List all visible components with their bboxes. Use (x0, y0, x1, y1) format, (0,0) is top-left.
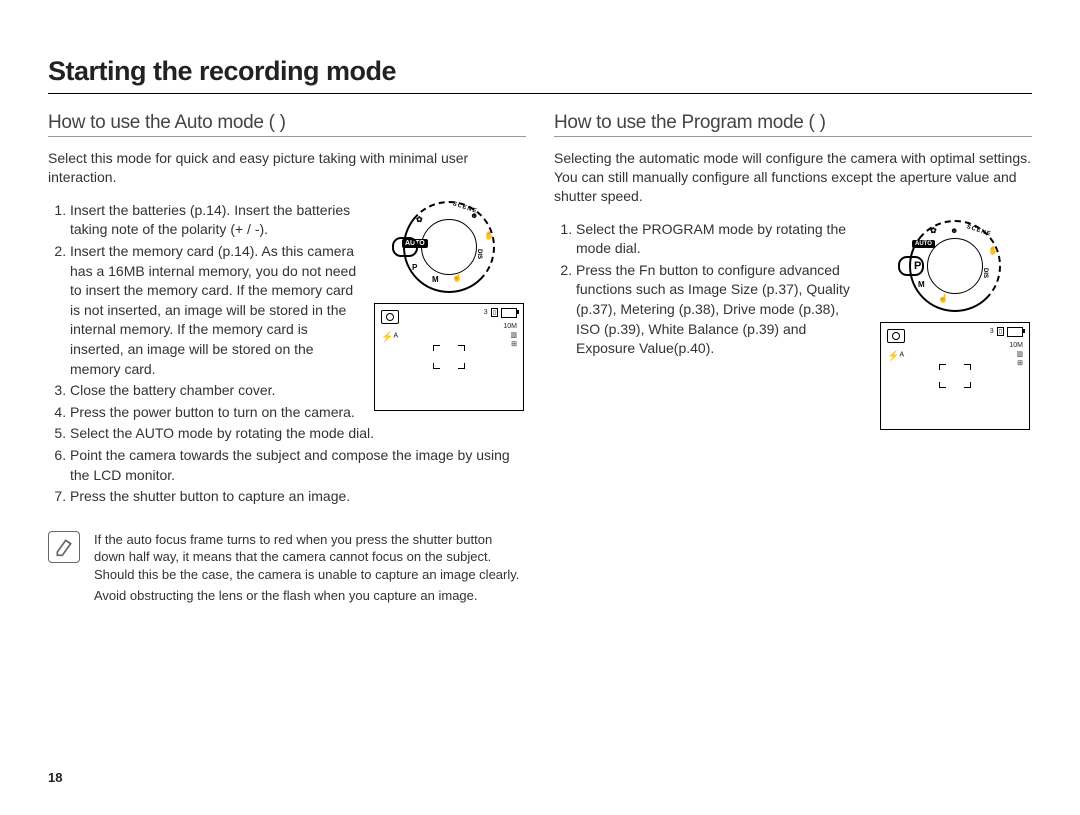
dial-label-dis: DIS (982, 268, 988, 278)
lcd-preview-program: ⚡ᴬ 3 ▯ 10M ▥ ⊞ (880, 322, 1030, 430)
memory-icon: ▯ (997, 327, 1004, 336)
note-box: If the auto focus frame turns to red whe… (48, 531, 526, 605)
program-mode-heading: How to use the Program mode ( ) (554, 112, 1032, 134)
dial-auto-badge: AUTO (912, 240, 935, 248)
list-item: Insert the memory card (p.14). As this c… (70, 242, 360, 379)
dial-icon-video: ✿ (930, 226, 937, 235)
dial-icon-hand: ☝ (452, 273, 462, 282)
page-number: 18 (48, 770, 62, 785)
dial-icon-dis: ✋ (484, 231, 494, 240)
flash-auto-icon: ⚡ᴬ (887, 351, 904, 362)
auto-mode-heading: How to use the Auto mode ( ) (48, 112, 526, 134)
auto-mode-steps: Insert the batteries (p.14). Insert the … (48, 201, 360, 425)
note-icon (48, 531, 80, 563)
auto-mode-rule (48, 136, 526, 137)
page-title: Starting the recording mode (48, 56, 1032, 87)
quality-icon: ▥ (1009, 350, 1023, 359)
dial-icon-dis: ✋ (988, 246, 998, 255)
title-rule (48, 93, 1032, 94)
program-mode-steps: Select the PROGRAM mode by rotating the … (554, 220, 866, 361)
camera-icon (381, 310, 399, 324)
focus-frame (939, 364, 971, 388)
list-item: Press the power button to turn on the ca… (70, 403, 360, 423)
focus-frame (433, 345, 465, 369)
left-column: How to use the Auto mode ( ) Select this… (48, 112, 526, 605)
auto-mode-intro: Select this mode for quick and easy pict… (48, 149, 526, 187)
dial-icon-face: ☻ (950, 226, 958, 235)
dial-label-dis: DIS (476, 249, 482, 259)
dial-pointer-ring (392, 237, 418, 257)
dial-pointer-ring (898, 256, 924, 276)
program-mode-rule (554, 136, 1032, 137)
list-item: Close the battery chamber cover. (70, 381, 360, 401)
flash-auto-icon: ⚡ᴬ (381, 332, 398, 343)
dial-icon-scene: ☻ (470, 211, 478, 220)
right-column: How to use the Program mode ( ) Selectin… (554, 112, 1032, 605)
dial-icon-video: ✿ (416, 215, 423, 224)
dial-icon-hand: ☝ (938, 294, 948, 303)
mode-dial-figure-auto: AUTO SCENE P M DIS ✿ ☻ ✋ ☝ (394, 201, 504, 293)
dial-label-m: M (432, 275, 439, 284)
metering-icon: ⊞ (1009, 359, 1023, 368)
list-item: Select the AUTO mode by rotating the mod… (70, 424, 526, 444)
metering-icon: ⊞ (503, 340, 517, 349)
auto-mode-steps-cont: Select the AUTO mode by rotating the mod… (48, 424, 526, 506)
program-mode-intro: Selecting the automatic mode will conﬁgu… (554, 149, 1032, 206)
shot-count: 3 (990, 328, 994, 335)
battery-icon (501, 308, 517, 318)
dial-label-m: M (918, 280, 925, 289)
resolution-indicator: 10M (503, 322, 517, 331)
note-text: If the auto focus frame turns to red whe… (94, 531, 526, 584)
battery-icon (1007, 327, 1023, 337)
camera-icon (887, 329, 905, 343)
lcd-preview-auto: ⚡ᴬ 3 ▯ 10M ▥ ⊞ (374, 303, 524, 411)
list-item: Insert the batteries (p.14). Insert the … (70, 201, 360, 240)
list-item: Press the shutter button to capture an i… (70, 487, 526, 507)
memory-icon: ▯ (491, 308, 498, 317)
note-text: Avoid obstructing the lens or the ﬂash w… (94, 587, 526, 605)
dial-label-p: P (412, 263, 417, 272)
mode-dial-figure-program: P AUTO SCENE M DIS ✿ ☻ ✋ ☝ (900, 220, 1010, 312)
list-item: Press the Fn button to conﬁgure advanced… (576, 261, 866, 359)
list-item: Point the camera towards the subject and… (70, 446, 526, 485)
list-item: Select the PROGRAM mode by rotating the … (576, 220, 866, 259)
quality-icon: ▥ (503, 331, 517, 340)
resolution-indicator: 10M (1009, 341, 1023, 350)
shot-count: 3 (484, 309, 488, 316)
